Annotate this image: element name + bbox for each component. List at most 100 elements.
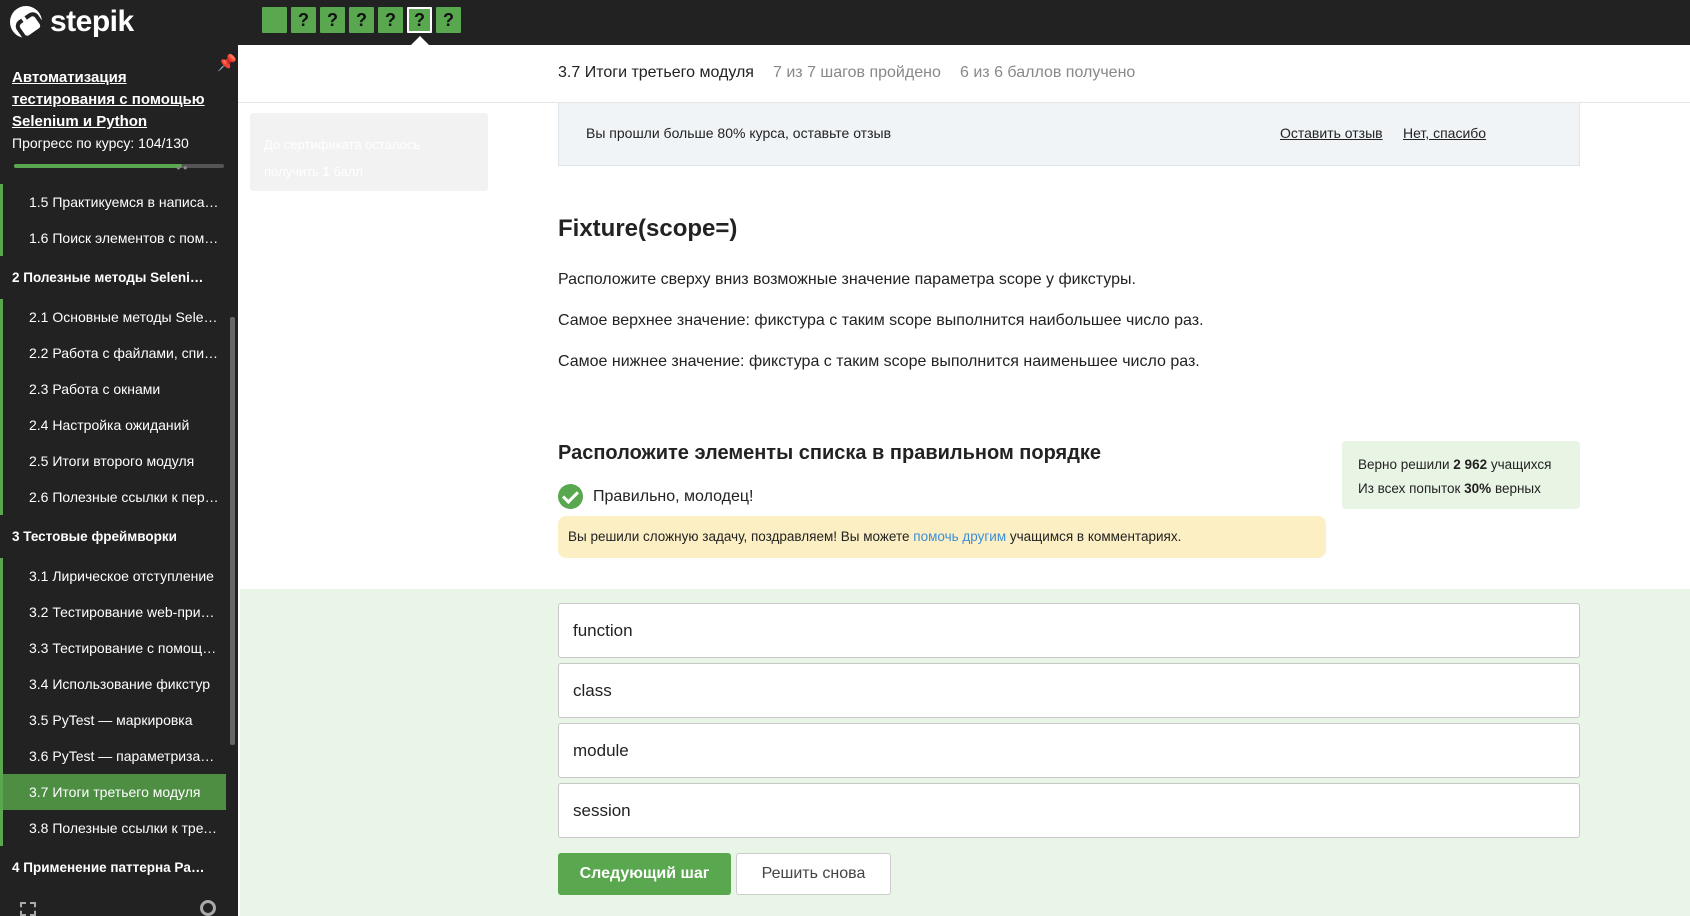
hard-notice-prefix: Вы решили сложную задачу, поздравляем! В… <box>568 529 914 544</box>
sidebar-lesson[interactable]: 2.2 Работа с файлами, списками <box>0 335 230 371</box>
steps-progress: 7 из 7 шагов пройдено <box>773 64 941 81</box>
sidebar-lesson[interactable]: 3.1 Лирическое отступление <box>0 558 230 594</box>
attempts-line: Из всех попыток 30% верных <box>1358 477 1564 501</box>
sidebar-lesson[interactable]: 1.6 Поиск элементов с помощью Selenium <box>0 220 230 256</box>
sidebar-entry-label: 2.5 Итоги второго модуля <box>29 453 195 469</box>
no-thanks-link[interactable]: Нет, спасибо <box>1403 125 1486 141</box>
step-3-button[interactable]: ? <box>320 7 345 33</box>
sidebar-entry-label: 2 Полезные методы Selenium <box>12 270 207 285</box>
sidebar-entry-label: 3.4 Использование фикстур <box>29 676 211 692</box>
cert-line-2: получить 1 балл <box>264 158 474 185</box>
course-title-link[interactable]: Автоматизация тестирования с помощью Sel… <box>12 67 217 133</box>
sidebar-entry-label: 2.1 Основные методы Selenium <box>29 309 219 325</box>
pin-icon[interactable]: 📌 <box>217 53 237 73</box>
sidebar-section[interactable]: 3 Тестовые фреймворки <box>0 515 230 558</box>
points-progress: 6 из 6 баллов получено <box>960 64 1136 81</box>
cert-line-2-prefix: получить <box>264 164 319 179</box>
sidebar-lesson[interactable]: 2.5 Итоги второго модуля <box>0 443 230 479</box>
step-title: Fixture(scope=) <box>558 215 738 242</box>
sidebar-entry-label: 3.8 Полезные ссылки к третьему модулю <box>29 820 219 836</box>
course-progress: Прогресс по курсу: 104/130 <box>12 135 189 151</box>
sidebar-entry-label: 2.3 Работа с окнами <box>29 381 161 397</box>
sidebar-entry-label: 3.3 Тестирование с помощью PyTest <box>29 640 219 656</box>
hard-task-notice: Вы решили сложную задачу, поздравляем! В… <box>558 516 1326 558</box>
sidebar-scrollbar[interactable] <box>230 317 235 745</box>
top-bar: stepik ? ? ? ? ? ? <box>0 0 1690 45</box>
sortable-item[interactable]: session <box>558 783 1580 838</box>
lesson-title: 3.7 Итоги третьего модуля <box>558 64 754 81</box>
lesson-header: 3.7 Итоги третьего модуля 7 из 7 шагов п… <box>238 45 1690 103</box>
sidebar-section[interactable]: 2 Полезные методы Selenium <box>0 256 230 299</box>
attempts-suffix: верных <box>1491 481 1541 496</box>
step-paragraph: Самое нижнее значение: фикстура с таким … <box>558 353 1200 370</box>
sidebar-footer <box>0 898 238 916</box>
progress-bar <box>14 164 224 168</box>
sidebar-lesson[interactable]: 2.6 Полезные ссылки к первым модулям <box>0 479 230 515</box>
review-text: Вы прошли больше 80% курса, оставьте отз… <box>586 125 892 141</box>
sidebar-section[interactable]: 4 Применение паттерна Page Object <box>0 846 230 889</box>
sidebar-entry-label: 2.4 Настройка ожиданий <box>29 417 190 433</box>
course-sidebar: 📌 Автоматизация тестирования с помощью S… <box>0 45 238 916</box>
sidebar-lesson[interactable]: 2.4 Настройка ожиданий <box>0 407 230 443</box>
sidebar-entry-label: 3.5 PyTest — маркировка <box>29 712 193 728</box>
review-banner: Вы прошли больше 80% курса, оставьте отз… <box>558 103 1580 166</box>
sidebar-entry-label: 3 Тестовые фреймворки <box>12 529 177 544</box>
sidebar-entry-label: 3.7 Итоги третьего модуля <box>29 784 201 800</box>
next-step-button[interactable]: Следующий шаг <box>558 853 731 895</box>
step-paragraph: Расположите сверху вниз возможные значен… <box>558 271 1136 288</box>
step-7-button[interactable]: ? <box>436 7 461 33</box>
brand-name: stepik <box>50 5 134 38</box>
step-2-button[interactable]: ? <box>291 7 316 33</box>
step-navigation: ? ? ? ? ? ? <box>262 7 461 33</box>
sidebar-lesson[interactable]: 3.6 PyTest — параметризация <box>0 738 230 774</box>
sidebar-lesson[interactable]: 3.4 Использование фикстур <box>0 666 230 702</box>
solved-suffix: учащихся <box>1487 457 1552 472</box>
sortable-item[interactable]: function <box>558 603 1580 658</box>
solved-count-line: Верно решили 2 962 учащихся <box>1358 453 1564 477</box>
cert-line-1: До сертификата осталось <box>264 137 421 152</box>
progress-label: Прогресс по курсу: <box>12 135 135 151</box>
solve-stats: Верно решили 2 962 учащихся Из всех попы… <box>1342 441 1580 509</box>
step-1-button[interactable] <box>262 7 287 33</box>
sidebar-entry-label: 4 Применение паттерна Page Object <box>12 860 207 875</box>
sidebar-lesson[interactable]: 3.2 Тестирование web-приложений <box>0 594 230 630</box>
help-others-link[interactable]: помочь другим <box>913 529 1006 544</box>
sidebar-lesson[interactable]: 3.5 PyTest — маркировка <box>0 702 230 738</box>
progress-value: 104/130 <box>138 135 189 151</box>
sidebar-lesson[interactable]: 1.5 Практикуемся в написании тестов <box>0 184 230 220</box>
progress-dots: ●● <box>176 163 190 172</box>
step-5-button[interactable]: ? <box>378 7 403 33</box>
sidebar-lesson[interactable]: 3.8 Полезные ссылки к третьему модулю <box>0 810 230 846</box>
lesson-list: 1.5 Практикуемся в написании тестов 1.6 П… <box>0 184 230 889</box>
sortable-item[interactable]: class <box>558 663 1580 718</box>
cert-points-left: 1 <box>322 164 330 179</box>
sidebar-entry-label: 1.6 Поиск элементов с помощью Selenium <box>29 230 219 246</box>
sortable-item[interactable]: module <box>558 723 1580 778</box>
stepik-logo-icon <box>10 6 42 38</box>
solved-count: 2 962 <box>1453 457 1488 472</box>
expand-icon[interactable] <box>20 902 36 916</box>
leave-review-link[interactable]: Оставить отзыв <box>1280 125 1383 141</box>
stepik-logo[interactable]: stepik <box>10 3 134 41</box>
correct-text: Правильно, молодец! <box>593 487 754 505</box>
attempts-percent: 30% <box>1464 481 1492 496</box>
certificate-box: До сертификата осталось получить 1 балл <box>250 113 488 191</box>
correct-feedback: Правильно, молодец! <box>558 484 753 509</box>
sidebar-lesson[interactable]: 3.3 Тестирование с помощью PyTest <box>0 630 230 666</box>
step-6-button[interactable]: ? <box>407 7 432 33</box>
active-step-caret <box>411 36 429 45</box>
sidebar-lesson[interactable]: 2.1 Основные методы Selenium <box>0 299 230 335</box>
sidebar-lesson[interactable]: 2.3 Работа с окнами <box>0 371 230 407</box>
hard-notice-suffix: учащимся в комментариях. <box>1006 529 1182 544</box>
solve-again-button[interactable]: Решить снова <box>736 853 891 895</box>
sidebar-entry-label: 3.2 Тестирование web-приложений <box>29 604 219 620</box>
attempts-prefix: Из всех попыток <box>1358 481 1465 496</box>
step-4-button[interactable]: ? <box>349 7 374 33</box>
check-circle-icon <box>558 484 583 509</box>
sidebar-entry-label: 2.2 Работа с файлами, списками <box>29 345 219 361</box>
gear-icon[interactable] <box>200 900 216 916</box>
progress-bar-fill <box>14 164 182 168</box>
sidebar-entry-label: 3.6 PyTest — параметризация <box>29 748 219 764</box>
sidebar-lesson-current[interactable]: 3.7 Итоги третьего модуля <box>0 774 226 810</box>
sidebar-entry-label: 1.5 Практикуемся в написании тестов <box>29 194 219 210</box>
